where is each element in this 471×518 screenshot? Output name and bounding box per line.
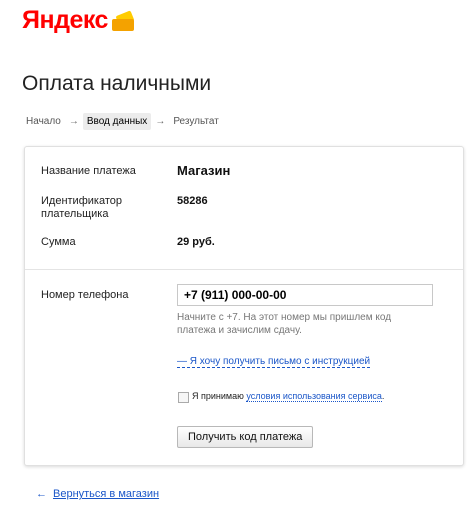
step-start: Начало bbox=[26, 116, 61, 127]
back-to-shop[interactable]: ← Вернуться в магазин bbox=[36, 488, 159, 500]
page-title: Оплата наличными bbox=[22, 72, 212, 95]
divider bbox=[25, 269, 463, 270]
phone-label: Номер телефона bbox=[41, 289, 129, 301]
terms-checkbox[interactable] bbox=[178, 392, 189, 403]
payer-id-label: Идентификатор плательщика bbox=[41, 195, 122, 220]
logo-text: Яндекс bbox=[22, 6, 108, 34]
amount-value: 29 руб. bbox=[177, 236, 215, 248]
phone-hint: Начните с +7. На этот номер мы пришлем к… bbox=[177, 312, 392, 336]
email-instructions-link[interactable]: — Я хочу получить письмо с инструкцией bbox=[177, 356, 371, 368]
step-result: Результат bbox=[173, 116, 219, 127]
breadcrumb-steps: Начало → Ввод данных → Результат bbox=[22, 113, 223, 130]
payment-form-card: Название платежа Магазин Идентификатор п… bbox=[24, 146, 464, 466]
arrow-left-icon: ← bbox=[36, 488, 47, 500]
back-to-shop-link[interactable]: Вернуться в магазин bbox=[53, 488, 159, 500]
step-data-entry: Ввод данных bbox=[82, 113, 152, 130]
amount-label: Сумма bbox=[41, 236, 76, 248]
step-arrow-icon: → bbox=[155, 116, 166, 127]
payment-name-label: Название платежа bbox=[41, 165, 136, 177]
step-arrow-icon: → bbox=[68, 116, 79, 127]
get-payment-code-button[interactable]: Получить код платежа bbox=[177, 426, 314, 448]
phone-input[interactable] bbox=[177, 284, 433, 306]
terms-text: Я принимаю bbox=[192, 391, 244, 401]
terms-link[interactable]: условия использования сервиса bbox=[246, 391, 382, 402]
terms-agreement: Я принимаю условия использования сервиса… bbox=[192, 391, 385, 402]
payer-id-value: 58286 bbox=[177, 195, 208, 207]
wallet-icon bbox=[111, 9, 135, 31]
terms-suffix: . bbox=[381, 391, 385, 401]
payment-name-value: Магазин bbox=[177, 163, 231, 178]
yandex-logo[interactable]: Яндекс bbox=[22, 6, 135, 35]
